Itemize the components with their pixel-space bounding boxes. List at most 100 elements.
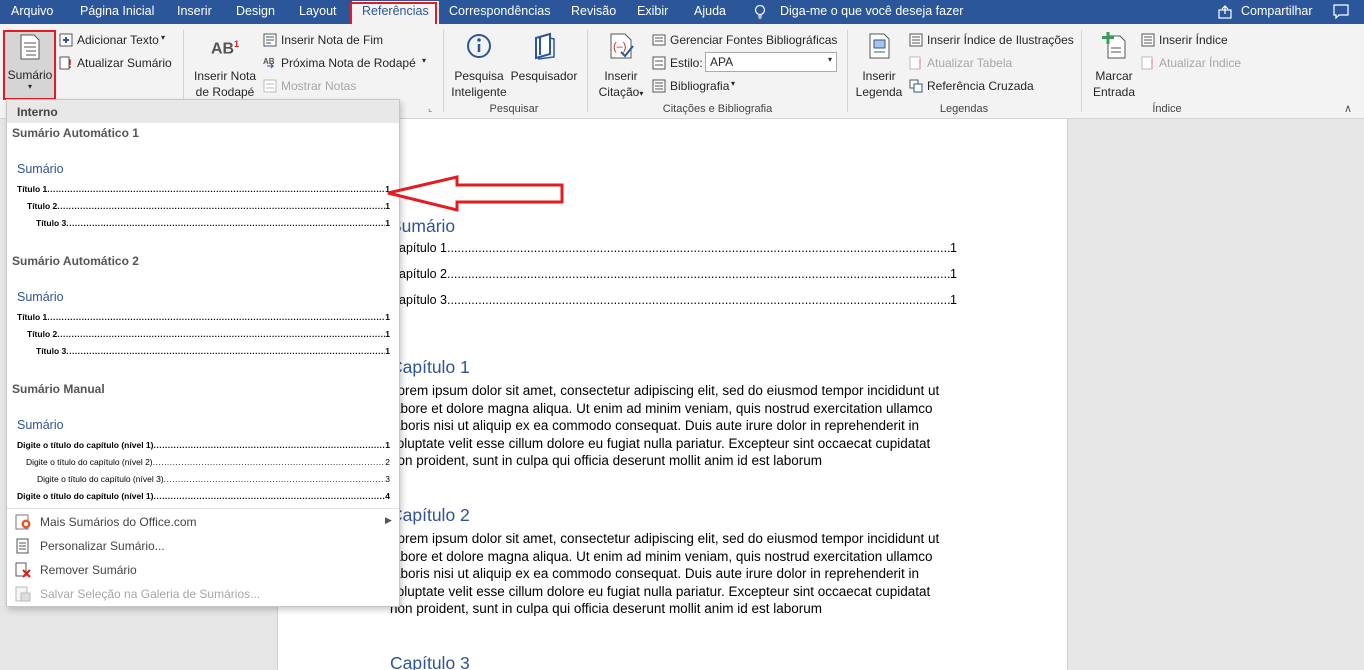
share-button[interactable]: Compartilhar (1241, 0, 1313, 24)
menu-mais-sumarios[interactable]: Mais Sumários do Office.com ▶ (7, 511, 399, 533)
chevron-down-icon: ▾ (422, 56, 427, 65)
pesquisador-button[interactable]: Pesquisador (510, 32, 578, 84)
gallery-toc-title: Sumário (17, 290, 64, 304)
gallery-item-auto1[interactable]: Sumário Título 11 Título 21 Título 3 1 (11, 144, 397, 230)
menu-salvar-selecao[interactable]: Salvar Seleção na Galeria de Sumários... (7, 583, 399, 605)
tab-layout[interactable]: Layout (299, 0, 337, 24)
inserir-indice-ilustracoes-button[interactable]: Inserir Índice de Ilustrações (927, 33, 1074, 47)
doc-toc-page: 1 (950, 241, 957, 255)
estilo-label: Estilo: (670, 56, 703, 70)
gallery-toc-line-text: Título 1 (17, 312, 48, 322)
marcar-entrada-button[interactable]: Marcar Entrada (1087, 32, 1141, 100)
share-icon (1218, 5, 1232, 19)
gallery-toc-line: Digite o título do capítulo (nível 3) 3 (37, 474, 390, 484)
inserir-citacao-label-2: Citação (598, 85, 640, 99)
ribbon-tab-bar: Arquivo Página Inicial Inserir Design La… (0, 0, 1364, 26)
estilo-select-value: APA (710, 55, 734, 69)
table-of-figures-icon (909, 33, 923, 47)
tab-exibir[interactable]: Exibir (637, 0, 668, 24)
tab-inserir[interactable]: Inserir (177, 0, 212, 24)
tab-pagina-inicial[interactable]: Página Inicial (80, 0, 154, 24)
pesquisa-inteligente-button[interactable]: Pesquisa Inteligente (449, 32, 509, 100)
gallery-toc-line: Título 3 1 (36, 218, 390, 228)
chevron-down-icon: ▾ (639, 89, 644, 98)
inserir-legenda-label-1: Inserir (862, 69, 896, 83)
doc-toc-line[interactable]: Capítulo 1..............................… (390, 241, 957, 255)
tab-revisao[interactable]: Revisão (571, 0, 616, 24)
tell-me-search[interactable]: Diga-me o que você deseja fazer (780, 0, 963, 24)
gallery-toc-leader (57, 201, 385, 211)
researcher-icon (535, 32, 555, 60)
doc-toc-line[interactable]: Capítulo 2..............................… (390, 267, 957, 281)
gallery-section-auto2: Sumário Automático 2 (12, 254, 139, 268)
doc-toc-line[interactable]: Capítulo 3..............................… (390, 293, 957, 307)
highlight-box-sumario (3, 30, 56, 100)
doc-paragraph-1[interactable]: Lorem ipsum dolor sit amet, consectetur … (390, 382, 950, 470)
save-gallery-icon (15, 586, 31, 602)
dialog-launcher-icon[interactable]: ⌞ (428, 103, 432, 114)
tab-design[interactable]: Design (236, 0, 275, 24)
gerenciar-fontes-button[interactable]: Gerenciar Fontes Bibliográficas (670, 33, 837, 47)
inserir-legenda-button[interactable]: Inserir Legenda (853, 32, 905, 100)
gallery-toc-line: Título 21 (27, 201, 390, 211)
tab-ajuda[interactable]: Ajuda (694, 0, 726, 24)
collapse-ribbon-icon[interactable]: ∧ (1344, 102, 1352, 115)
gallery-toc-title: Sumário (17, 162, 64, 176)
insert-index-icon (1141, 33, 1155, 47)
gallery-toc-line-text: Título 3 (36, 346, 67, 356)
inserir-nota-rodape-button[interactable]: AB1 Inserir Nota de Rodapé (189, 36, 261, 100)
gallery-toc-line-text: Título 1 (17, 184, 48, 194)
atualizar-tabela-button[interactable]: Atualizar Tabela (927, 56, 1012, 70)
doc-toc-leader: ........................................… (446, 293, 951, 307)
add-text-icon (59, 33, 73, 47)
inserir-indice-button[interactable]: Inserir Índice (1159, 33, 1228, 47)
bibliografia-button[interactable]: Bibliografia (670, 79, 729, 93)
group-label-pesquisar: Pesquisar (489, 103, 539, 115)
pesquisador-label: Pesquisador (510, 69, 578, 83)
gallery-toc-page: 2 (385, 457, 390, 467)
gallery-toc-page: 1 (385, 440, 390, 450)
inserir-nota-label-2: de Rodapé (195, 85, 255, 99)
menu-personalizar-sumario[interactable]: Personalizar Sumário... (7, 535, 399, 557)
pesquisa-label-1: Pesquisa (454, 69, 504, 83)
tab-arquivo[interactable]: Arquivo (11, 0, 53, 24)
proxima-nota-button[interactable]: Próxima Nota de Rodapé (281, 56, 416, 70)
referencia-cruzada-button[interactable]: Referência Cruzada (927, 79, 1034, 93)
gallery-toc-leader (47, 312, 385, 322)
next-footnote-icon: AB (263, 57, 275, 69)
menu-remover-sumario[interactable]: Remover Sumário (7, 559, 399, 581)
inserir-legenda-label-2: Legenda (855, 85, 903, 99)
lightbulb-icon (754, 4, 766, 19)
doc-heading-cap3: Capítulo 3 (390, 653, 470, 670)
comments-icon[interactable] (1333, 4, 1349, 19)
tab-correspondencias[interactable]: Correspondências (449, 0, 550, 24)
remove-toc-icon (15, 562, 31, 578)
update-index-icon: ! (1141, 56, 1154, 70)
gallery-toc-leader (66, 218, 385, 228)
gallery-toc-line: Título 11 (17, 184, 390, 194)
gallery-item-auto2[interactable]: Sumário Título 1 1 Título 2 1 Título 3 1 (11, 272, 397, 358)
chevron-down-icon: ▾ (161, 33, 166, 42)
atualizar-indice-button[interactable]: Atualizar Índice (1159, 56, 1241, 70)
chevron-down-icon: ▾ (827, 55, 832, 64)
inserir-citacao-button[interactable]: (–) Inserir Citação▾ (595, 32, 647, 102)
menu-remover-label: Remover Sumário (40, 563, 137, 577)
adicionar-texto-button[interactable]: Adicionar Texto (77, 33, 159, 47)
group-label-legendas: Legendas (939, 103, 989, 115)
gallery-item-manual[interactable]: Sumário Digite o título do capítulo (nív… (11, 400, 397, 504)
doc-paragraph-2[interactable]: Lorem ipsum dolor sit amet, consectetur … (390, 530, 950, 618)
gallery-toc-leader (153, 491, 385, 501)
smart-lookup-icon (467, 34, 491, 58)
atualizar-sumario-button[interactable]: Atualizar Sumário (77, 56, 172, 70)
mostrar-notas-button[interactable]: Mostrar Notas (281, 79, 356, 93)
svg-text:(–): (–) (613, 41, 626, 53)
mark-entry-icon (1102, 32, 1126, 59)
svg-text:!: ! (68, 57, 72, 70)
gallery-toc-line: Título 21 (27, 329, 390, 339)
gallery-toc-leader (57, 329, 385, 339)
gallery-toc-line-text: Digite o título do capítulo (nível 1) (17, 491, 154, 501)
svg-text:AB: AB (263, 57, 275, 66)
gallery-section-manual: Sumário Manual (12, 382, 105, 396)
inserir-nota-fim-button[interactable]: Inserir Nota de Fim (281, 33, 383, 47)
estilo-select[interactable]: APA ▾ (705, 52, 837, 72)
